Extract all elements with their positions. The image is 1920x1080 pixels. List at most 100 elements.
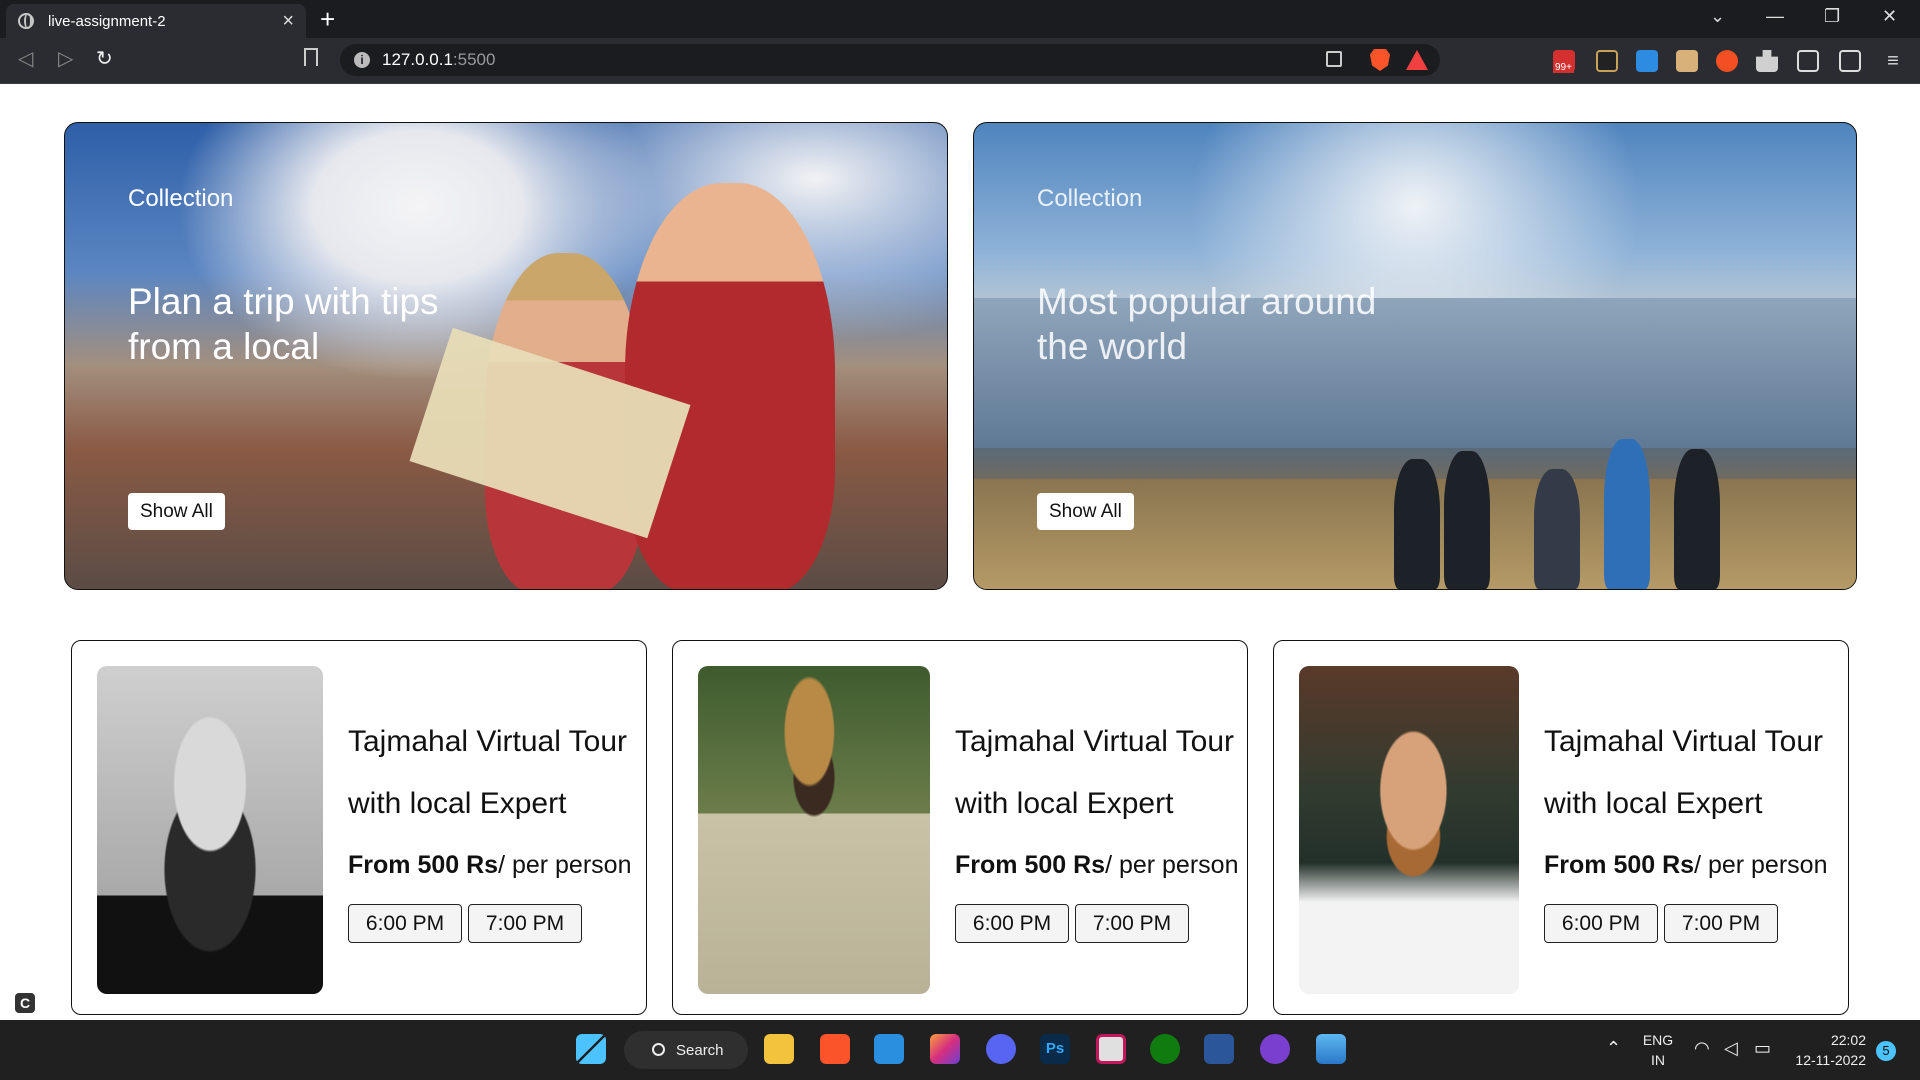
hero-photo-person (1604, 439, 1650, 589)
tour-info: Tajmahal Virtual Tour with local Expert … (1544, 711, 1827, 943)
hero-card-local-tips: Collection Plan a trip with tips from a … (64, 122, 948, 590)
tab-search-icon[interactable]: ⌄ (1710, 6, 1725, 27)
tour-price: From 500 Rs/ per person (348, 851, 631, 880)
hero-photo-person (1444, 451, 1490, 589)
site-info-icon[interactable]: i (354, 52, 370, 68)
tour-card: Tajmahal Virtual Tour with local Expert … (71, 640, 647, 1015)
extension-face-icon[interactable] (1676, 50, 1698, 72)
hero-kicker: Collection (1037, 185, 1143, 212)
guide-photo (97, 666, 323, 994)
tour-card: Tajmahal Virtual Tour with local Expert … (672, 640, 1248, 1015)
show-all-button[interactable]: Show All (128, 493, 225, 530)
tour-price: From 500 Rs/ per person (1544, 851, 1827, 880)
photoshop-icon[interactable]: Ps (1040, 1034, 1070, 1064)
tour-card: Tajmahal Virtual Tour with local Expert … (1273, 640, 1849, 1015)
instagram-icon[interactable] (930, 1034, 960, 1064)
extension-box-icon[interactable] (1596, 50, 1618, 72)
brave-browser-icon[interactable] (820, 1034, 850, 1064)
taskbar: Search Ps ⌃ ENG IN ◠ ◁ ▭ 22:02 12-11-202… (0, 1020, 1920, 1080)
tour-title-line2: with local Expert (955, 787, 1174, 820)
time-slot-button[interactable]: 6:00 PM (1544, 904, 1658, 943)
time-slots: 6:00 PM 7:00 PM (1544, 904, 1827, 943)
app-v-icon[interactable] (1096, 1034, 1126, 1064)
word-icon[interactable] (1204, 1034, 1234, 1064)
chevron-up-icon[interactable]: ⌃ (1606, 1038, 1621, 1059)
time-slots: 6:00 PM 7:00 PM (348, 904, 631, 943)
xbox-icon[interactable] (1150, 1034, 1180, 1064)
vscode-icon[interactable] (874, 1034, 904, 1064)
hero-photo-person (1394, 459, 1440, 589)
hero-photo-person (1534, 469, 1580, 589)
brave-shields-icon[interactable] (1370, 49, 1390, 71)
time-slot-button[interactable]: 6:00 PM (955, 904, 1069, 943)
price-unit: / per person (1105, 851, 1239, 879)
restore-button[interactable]: ❐ (1824, 6, 1840, 27)
taskbar-search[interactable]: Search (624, 1031, 748, 1069)
browser-tab[interactable]: live-assignment-2 × (6, 4, 306, 38)
search-icon (652, 1043, 665, 1056)
address-bar[interactable]: i 127.0.0.1 :5500 (340, 44, 1440, 76)
tour-title-line1: Tajmahal Virtual Tour (955, 725, 1235, 758)
file-explorer-icon[interactable] (764, 1034, 794, 1064)
wifi-icon[interactable]: ◠ (1694, 1038, 1710, 1059)
brave-rewards-icon[interactable] (1406, 50, 1428, 70)
hero-photo-man (625, 183, 835, 589)
tour-title-line1: Tajmahal Virtual Tour (348, 725, 628, 758)
start-menu-icon[interactable] (576, 1034, 606, 1064)
price-amount: From 500 Rs (1544, 851, 1695, 879)
share-icon[interactable] (1326, 51, 1342, 67)
forward-icon[interactable]: ▷ (58, 46, 73, 71)
github-icon[interactable] (1260, 1034, 1290, 1064)
search-label: Search (676, 1041, 724, 1059)
url-host: 127.0.0.1 (382, 50, 453, 69)
time-slot-button[interactable]: 7:00 PM (468, 904, 582, 943)
volume-icon[interactable]: ◁ (1724, 1038, 1738, 1059)
tour-info: Tajmahal Virtual Tour with local Expert … (348, 711, 631, 943)
clock-time: 22:02 (1830, 1032, 1866, 1048)
show-all-button[interactable]: Show All (1037, 493, 1134, 530)
language-indicator[interactable]: ENG IN (1640, 1030, 1676, 1070)
menu-icon[interactable]: ≡ (1882, 50, 1904, 72)
minimize-button[interactable]: — (1766, 6, 1784, 27)
time-slot-button[interactable]: 7:00 PM (1075, 904, 1189, 943)
wallet-icon[interactable] (1839, 50, 1861, 72)
close-window-button[interactable]: ✕ (1882, 6, 1897, 27)
bookmark-icon[interactable] (304, 48, 318, 66)
tour-info: Tajmahal Virtual Tour with local Expert … (955, 711, 1238, 943)
reload-icon[interactable]: ↻ (96, 46, 113, 71)
price-unit: / per person (498, 851, 632, 879)
sidebar-icon[interactable] (1797, 50, 1819, 72)
tab-title: live-assignment-2 (48, 12, 166, 30)
close-tab-icon[interactable]: × (282, 10, 294, 33)
photos-icon[interactable] (1316, 1034, 1346, 1064)
price-amount: From 500 Rs (955, 851, 1106, 879)
clock[interactable]: 22:02 12-11-2022 (1790, 1030, 1866, 1070)
notification-badge[interactable]: 5 (1876, 1041, 1896, 1061)
hero-card-popular: Collection Most popular around the world… (973, 122, 1857, 590)
time-slots: 6:00 PM 7:00 PM (955, 904, 1238, 943)
time-slot-button[interactable]: 7:00 PM (1664, 904, 1778, 943)
url-port: :5500 (452, 50, 496, 69)
hero-headline: Most popular around the world (1037, 281, 1377, 367)
new-tab-button[interactable]: + (320, 4, 335, 35)
extension-red-icon[interactable]: 99+ (1553, 50, 1575, 73)
floating-extension-icon[interactable]: C (15, 993, 35, 1013)
extension-badge: 99+ (1553, 62, 1574, 73)
tour-title-line2: with local Expert (348, 787, 567, 820)
clock-date: 12-11-2022 (1795, 1052, 1866, 1068)
guide-photo (698, 666, 930, 994)
time-slot-button[interactable]: 6:00 PM (348, 904, 462, 943)
hero-photo-person (1674, 449, 1720, 589)
browser-tabbar: live-assignment-2 × + ⌄ — ❐ ✕ (0, 0, 1920, 38)
extension-orange-icon[interactable] (1716, 50, 1738, 72)
extensions-puzzle-icon[interactable] (1756, 50, 1778, 72)
extension-arrow-icon[interactable] (1636, 50, 1658, 72)
tour-title-line1: Tajmahal Virtual Tour (1544, 725, 1824, 758)
battery-icon[interactable]: ▭ (1754, 1038, 1771, 1059)
discord-icon[interactable] (986, 1034, 1016, 1064)
hero-kicker: Collection (128, 185, 234, 212)
guide-photo (1299, 666, 1519, 994)
price-unit: / per person (1694, 851, 1828, 879)
back-icon[interactable]: ◁ (18, 46, 33, 71)
price-amount: From 500 Rs (348, 851, 499, 879)
